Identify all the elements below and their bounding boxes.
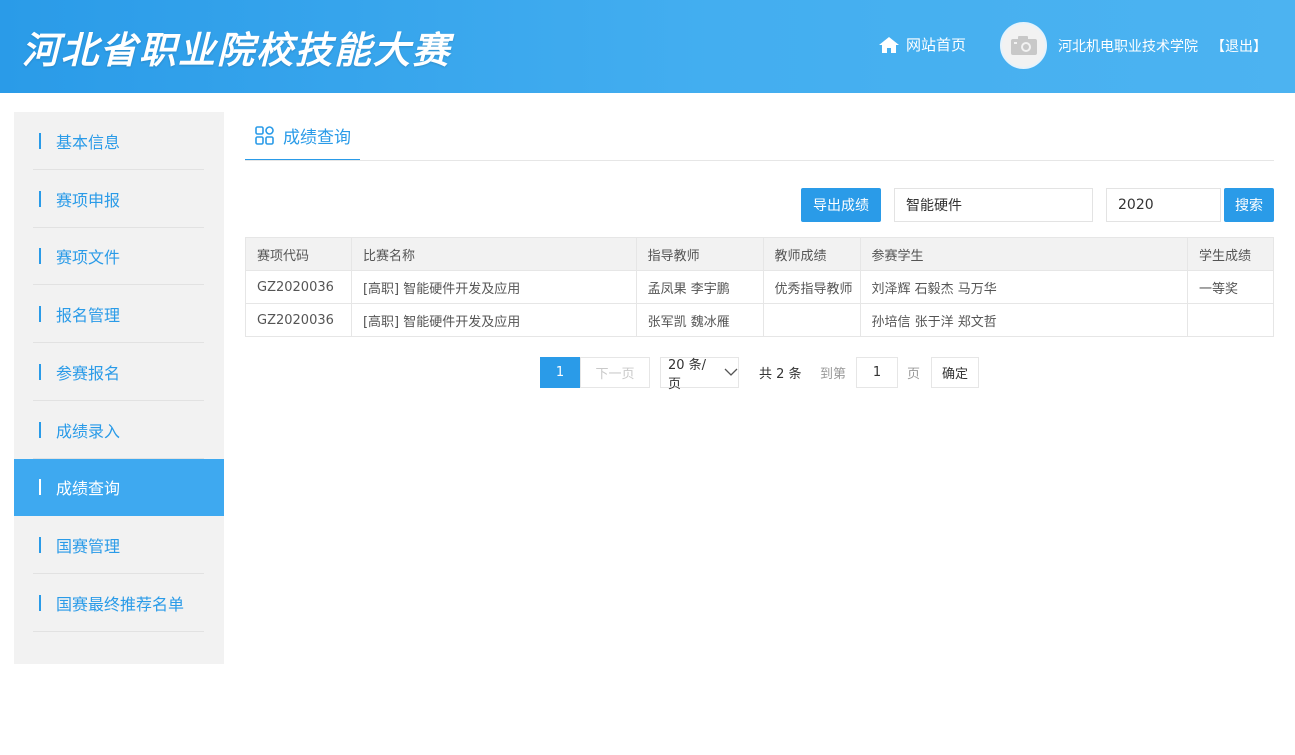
top-header: 河北省职业院校技能大赛 网站首页 河北机电职业技术学院 【退出】 (0, 0, 1295, 93)
table-cell: 一等奖 (1187, 270, 1274, 304)
divider (33, 630, 204, 632)
item-marker (39, 363, 41, 380)
item-marker (39, 306, 41, 323)
goto-page-input[interactable]: 1 (856, 357, 898, 388)
table-row[interactable]: GZ2020036 [高职] 智能硬件开发及应用 张军凯 魏冰雁 孙培信 张于洋… (245, 303, 1274, 337)
sidebar-item-basic-info[interactable]: 基本信息 (14, 112, 224, 170)
sidebar-item-label: 国赛管理 (56, 537, 121, 557)
sidebar-item-event-application[interactable]: 赛项申报 (14, 170, 224, 228)
column-header: 指导教师 (635, 237, 764, 271)
table-cell: GZ2020036 (245, 270, 352, 304)
column-header: 学生成绩 (1187, 237, 1274, 271)
sidebar-item-label: 赛项文件 (56, 248, 121, 268)
item-marker (39, 132, 41, 149)
table-cell: 张军凯 魏冰雁 (635, 303, 764, 337)
search-button[interactable]: 搜索 (1224, 188, 1274, 222)
goto-label: 到第 (820, 367, 847, 382)
item-marker (39, 190, 41, 207)
item-marker (39, 537, 41, 554)
table-cell: 刘泽辉 石毅杰 马万华 (859, 270, 1189, 304)
logout-link[interactable]: 【退出】 (1211, 36, 1267, 56)
avatar[interactable] (1000, 22, 1047, 69)
table-cell: 孟凤果 李宇鹏 (635, 270, 764, 304)
home-icon (879, 36, 899, 53)
column-header: 赛项代码 (245, 237, 352, 271)
sidebar-item-label: 国赛最终推荐名单 (56, 594, 185, 614)
item-marker (39, 248, 41, 265)
sidebar-item-event-files[interactable]: 赛项文件 (14, 228, 224, 286)
page-button-current[interactable]: 1 (540, 357, 580, 388)
home-link[interactable]: 网站首页 (878, 34, 966, 55)
export-scores-button[interactable]: 导出成绩 (801, 188, 881, 222)
tab-label: 成绩查询 (283, 128, 351, 148)
keyword-search-input[interactable]: 智能硬件 (894, 188, 1093, 222)
tab-score-query[interactable]: 成绩查询 (245, 112, 360, 161)
table-cell: 孙培信 张于洋 郑文哲 (859, 303, 1189, 337)
table-cell: GZ2020036 (245, 303, 352, 337)
user-name: 河北机电职业技术学院 (1058, 39, 1198, 55)
sidebar-item-registration-management[interactable]: 报名管理 (14, 285, 224, 343)
item-marker (39, 479, 41, 496)
site-title: 河北省职业院校技能大赛 (22, 28, 451, 72)
year-input[interactable]: 2020 (1106, 188, 1221, 222)
sidebar-item-label: 基本信息 (56, 132, 121, 152)
table-cell: [高职] 智能硬件开发及应用 (350, 270, 637, 304)
sidebar-item-score-entry[interactable]: 成绩录入 (14, 401, 224, 459)
goto-confirm-button[interactable]: 确定 (931, 357, 979, 388)
column-header: 参赛学生 (859, 237, 1189, 271)
table-cell: [高职] 智能硬件开发及应用 (350, 303, 637, 337)
sidebar-item-national-final-recommendations[interactable]: 国赛最终推荐名单 (14, 574, 224, 632)
item-marker (39, 421, 41, 438)
table-row[interactable]: GZ2020036 [高职] 智能硬件开发及应用 孟凤果 李宇鹏 优秀指导教师 … (245, 270, 1274, 304)
table-cell: 优秀指导教师 (762, 270, 861, 304)
table-header-row: 赛项代码 比赛名称 指导教师 教师成绩 参赛学生 学生成绩 (245, 237, 1274, 271)
column-header: 教师成绩 (762, 237, 861, 271)
total-count: 共 2 条 (759, 367, 802, 382)
chevron-down-icon (724, 368, 738, 376)
table-cell (762, 303, 861, 337)
page-size-select[interactable]: 20 条/页 (660, 357, 739, 392)
sidebar-item-label: 成绩查询 (56, 479, 121, 499)
table-cell (1187, 303, 1274, 337)
camera-icon (1010, 35, 1037, 55)
sidebar-item-score-query[interactable]: 成绩查询 (14, 458, 224, 517)
sidebar-item-contest-registration[interactable]: 参赛报名 (14, 343, 224, 401)
sidebar-item-label: 报名管理 (56, 306, 121, 326)
page-size-value: 20 条/页 (668, 357, 707, 392)
sidebar-item-national-contest-management[interactable]: 国赛管理 (14, 516, 224, 574)
column-header: 比赛名称 (350, 237, 637, 271)
page-suffix: 页 (907, 367, 921, 382)
next-page-button[interactable]: 下一页 (580, 357, 650, 388)
sidebar-item-label: 成绩录入 (56, 421, 121, 441)
sidebar-item-label: 参赛报名 (56, 363, 121, 383)
sidebar: 基本信息 赛项申报 赛项文件 报名管理 参赛报名 成绩录入 成绩查询 国赛管理 (14, 112, 224, 664)
grid-icon (255, 126, 274, 145)
item-marker (39, 594, 41, 611)
results-table: 赛项代码 比赛名称 指导教师 教师成绩 参赛学生 学生成绩 GZ2020036 … (245, 237, 1274, 337)
sidebar-item-label: 赛项申报 (56, 190, 121, 210)
home-link-label: 网站首页 (906, 36, 967, 54)
tab-divider (245, 160, 1274, 161)
